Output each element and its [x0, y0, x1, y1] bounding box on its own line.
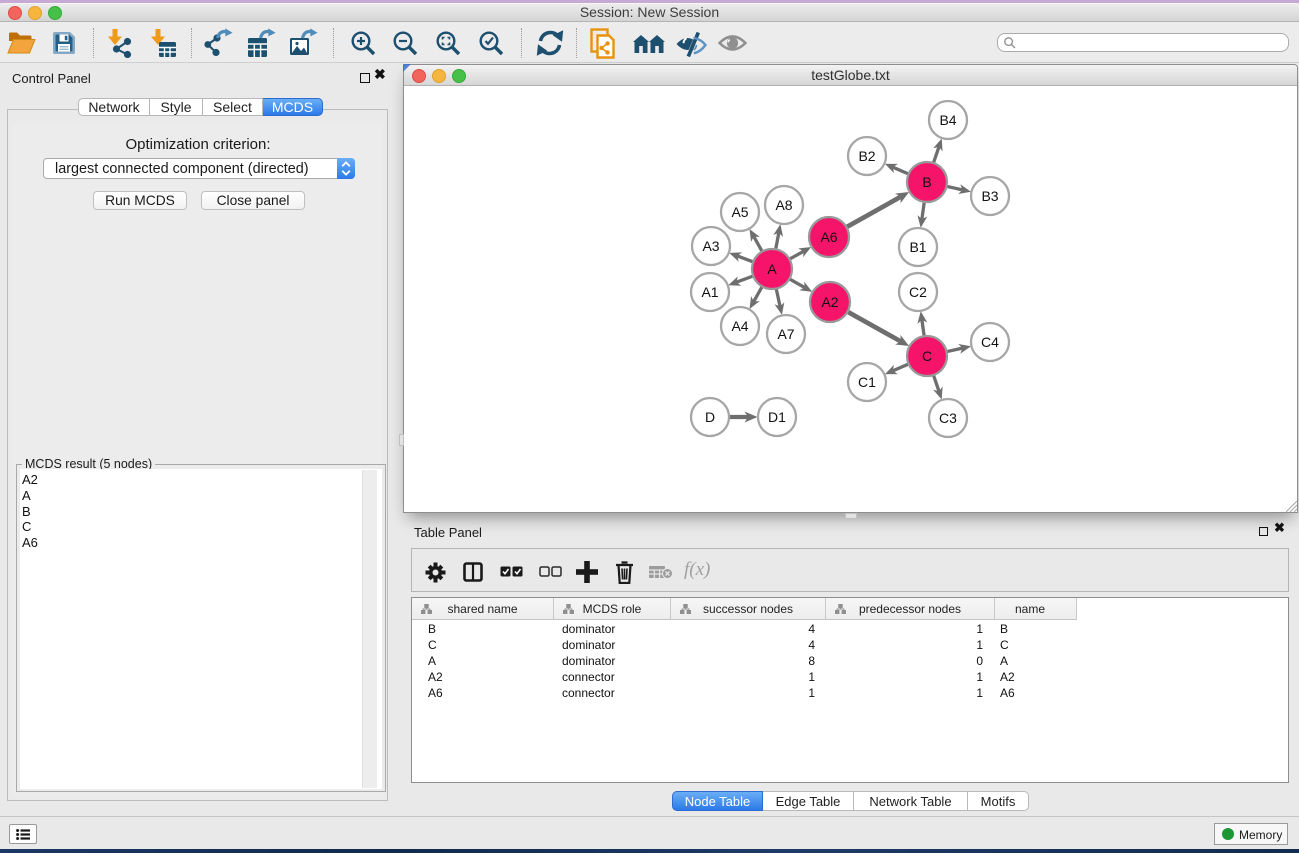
svg-text:A4: A4 [731, 318, 748, 334]
svg-text:A7: A7 [777, 326, 794, 342]
svg-text:C2: C2 [909, 284, 927, 300]
svg-text:C3: C3 [939, 410, 957, 426]
svg-text:A6: A6 [820, 229, 837, 245]
svg-text:D1: D1 [768, 409, 786, 425]
svg-text:D: D [705, 409, 715, 425]
svg-text:A2: A2 [821, 294, 838, 310]
svg-text:C1: C1 [858, 374, 876, 390]
svg-text:C: C [922, 348, 932, 364]
svg-text:A5: A5 [731, 204, 748, 220]
svg-text:A1: A1 [701, 284, 718, 300]
svg-text:A8: A8 [775, 197, 792, 213]
svg-text:A: A [767, 261, 777, 277]
svg-text:C4: C4 [981, 334, 999, 350]
svg-text:B2: B2 [858, 148, 875, 164]
svg-text:B3: B3 [981, 188, 998, 204]
svg-text:A3: A3 [702, 238, 719, 254]
svg-text:B4: B4 [939, 112, 956, 128]
svg-text:B: B [922, 174, 931, 190]
svg-text:B1: B1 [909, 239, 926, 255]
